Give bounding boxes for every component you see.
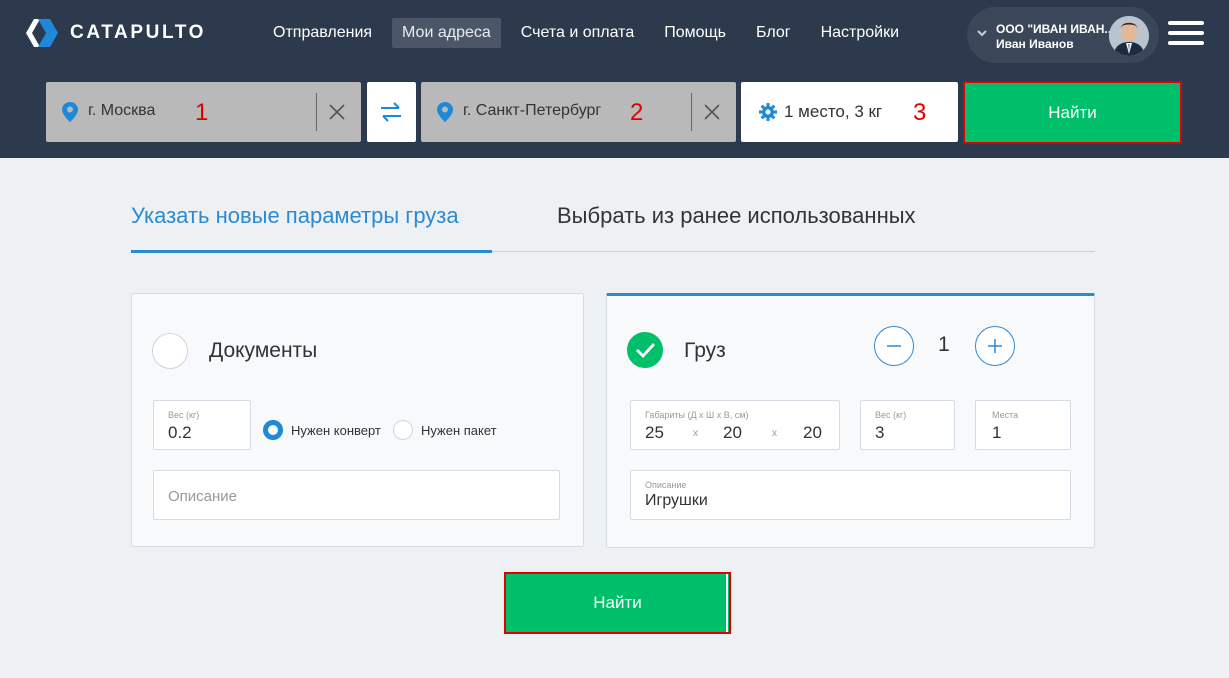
- cargo-title: Груз: [684, 339, 726, 362]
- documents-weight-input[interactable]: Вес (кг) 0.2: [153, 400, 251, 450]
- user-menu[interactable]: ООО "ИВАН ИВАН... Иван Иванов: [967, 7, 1159, 63]
- active-tab-indicator: [131, 250, 492, 253]
- swap-icon: [381, 102, 401, 122]
- from-city-value: г. Москва: [88, 102, 156, 119]
- cargo-weight-label: Вес (кг): [875, 410, 907, 420]
- dimension-length: 25: [645, 423, 664, 442]
- places-value: 1: [992, 423, 1002, 442]
- logo-text: CATAPULTO: [70, 22, 206, 43]
- dimension-height: 20: [803, 423, 822, 442]
- cargo-select-radio[interactable]: [627, 332, 663, 368]
- from-city-field[interactable]: г. Москва 1: [46, 82, 361, 142]
- close-icon[interactable]: [700, 100, 724, 124]
- field-divider: [691, 93, 692, 131]
- documents-weight-label: Вес (кг): [168, 410, 200, 420]
- cargo-description-label: Описание: [645, 480, 687, 490]
- decrease-button[interactable]: [874, 326, 914, 366]
- swap-cities-button[interactable]: [367, 82, 416, 142]
- dimensions-label: Габариты (Д х Ш х В, см): [645, 410, 749, 420]
- increase-button[interactable]: [975, 326, 1015, 366]
- to-city-field[interactable]: г. Санкт-Петербург 2: [421, 82, 736, 142]
- gear-icon: [759, 103, 777, 121]
- menu-icon[interactable]: [1168, 21, 1204, 45]
- nav-invoices[interactable]: Счета и оплата: [511, 18, 644, 48]
- cargo-count: 1: [938, 333, 950, 356]
- annotation-marker-2: 2: [630, 99, 644, 126]
- close-icon[interactable]: [325, 100, 349, 124]
- nav-help[interactable]: Помощь: [654, 18, 736, 48]
- user-company: ООО "ИВАН ИВАН...: [996, 22, 1115, 36]
- location-pin-icon: [62, 102, 78, 122]
- places-label: Места: [992, 410, 1019, 420]
- tab-previous[interactable]: Выбрать из ранее использованных: [557, 203, 916, 229]
- location-pin-icon: [437, 102, 453, 122]
- user-name: Иван Иванов: [996, 37, 1074, 51]
- documents-description-input[interactable]: Описание: [153, 470, 560, 520]
- dimension-separator: x: [693, 428, 698, 439]
- documents-description-placeholder: Описание: [168, 488, 238, 505]
- envelope-radio[interactable]: [263, 420, 283, 440]
- dimension-width: 20: [723, 423, 742, 442]
- nav-shipments[interactable]: Отправления: [263, 18, 382, 48]
- check-icon: [636, 343, 656, 359]
- tab-new-params[interactable]: Указать новые параметры груза: [131, 203, 459, 229]
- logo-icon: [26, 19, 58, 47]
- nav-blog[interactable]: Блог: [746, 18, 801, 48]
- find-button-bottom[interactable]: Найти: [504, 572, 731, 634]
- dimensions-input[interactable]: Габариты (Д х Ш х В, см) 25 x 20 x 20: [630, 400, 840, 450]
- documents-select-radio[interactable]: [152, 333, 188, 369]
- package-label: Нужен пакет: [421, 423, 497, 438]
- avatar: [1109, 16, 1149, 56]
- dimension-separator: x: [772, 428, 777, 439]
- annotation-marker-3: 3: [913, 99, 927, 126]
- annotation-marker-1: 1: [195, 99, 209, 126]
- to-city-value: г. Санкт-Петербург: [463, 102, 602, 119]
- find-button-top[interactable]: Найти: [963, 81, 1182, 144]
- cargo-weight-value: 3: [875, 423, 885, 442]
- field-divider: [316, 93, 317, 131]
- nav-settings[interactable]: Настройки: [811, 18, 909, 48]
- top-bar: CATAPULTO Отправления Мои адреса Счета и…: [0, 0, 1229, 158]
- package-radio[interactable]: [393, 420, 413, 440]
- nav-my-addresses[interactable]: Мои адреса: [392, 18, 501, 48]
- envelope-label: Нужен конверт: [291, 423, 381, 438]
- documents-weight-value: 0.2: [168, 423, 192, 442]
- cargo-weight-input[interactable]: Вес (кг) 3: [860, 400, 955, 450]
- documents-title: Документы: [209, 339, 318, 362]
- main-nav: Отправления Мои адреса Счета и оплата По…: [263, 18, 919, 48]
- logo[interactable]: CATAPULTO: [24, 17, 206, 49]
- cargo-description-input[interactable]: Описание Игрушки: [630, 470, 1071, 520]
- plus-icon: [988, 339, 1002, 353]
- cargo-params-field[interactable]: 1 место, 3 кг 3: [741, 82, 958, 142]
- chevron-down-icon: [977, 30, 987, 37]
- cargo-params-value: 1 место, 3 кг: [784, 102, 883, 121]
- minus-icon: [887, 345, 901, 347]
- cargo-description-value: Игрушки: [645, 492, 708, 509]
- places-input[interactable]: Места 1: [975, 400, 1071, 450]
